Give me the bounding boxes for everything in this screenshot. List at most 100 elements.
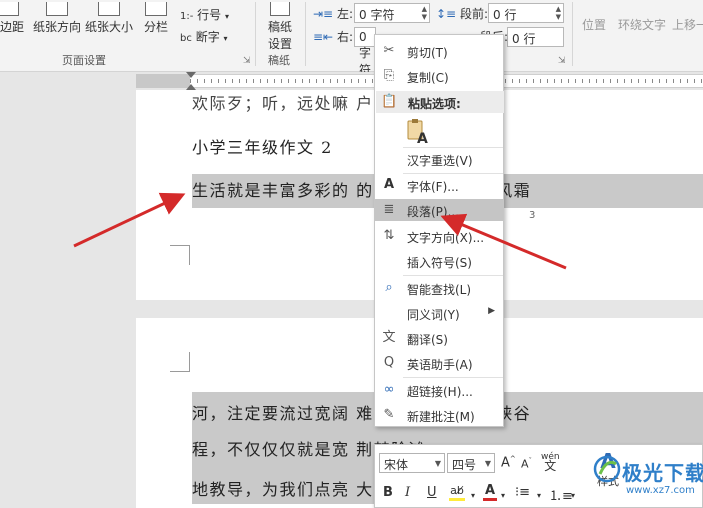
indent-right-field[interactable]: 0 字符 bbox=[354, 27, 376, 77]
crop-mark bbox=[170, 245, 190, 265]
highlight-button[interactable]: ab̸ bbox=[449, 483, 465, 501]
line-numbers-icon: 1:- bbox=[180, 11, 194, 22]
menu-item-label: 英语助手(A) bbox=[407, 358, 473, 372]
menu-item-font[interactable]: A 字体(F)... bbox=[375, 174, 503, 196]
translate-icon: 文 bbox=[382, 330, 396, 345]
smart-lookup-icon: ⌕ bbox=[385, 280, 393, 295]
hyperlink-icon: ∞ bbox=[383, 382, 395, 397]
font-icon: A bbox=[383, 177, 395, 192]
indent-right-label-row: ≡⇤ 右: bbox=[313, 28, 353, 45]
ribbon: 页边距 纸张方向 纸张大小 分栏 1:- 行号 ▾ bc 断字 ▾ 页面设置 ⇲… bbox=[0, 0, 703, 77]
columns-button[interactable]: 分栏 bbox=[140, 2, 172, 35]
draft-settings-button[interactable]: 稿纸 设置 bbox=[262, 2, 298, 52]
hyphenation-label: 断字 bbox=[195, 30, 220, 44]
menu-item-paragraph[interactable]: ≣ 段落(P)... bbox=[375, 199, 503, 221]
chevron-down-icon[interactable]: ▾ bbox=[501, 491, 505, 500]
phonetic-guide-icon[interactable]: wén 文 bbox=[541, 453, 560, 473]
indent-left-value: 0 字符 bbox=[359, 8, 395, 22]
orientation-icon bbox=[46, 2, 68, 16]
bring-forward-label: 上移一 bbox=[672, 18, 703, 32]
line-numbers-button[interactable]: 1:- 行号 ▾ bbox=[180, 6, 229, 23]
font-color-swatch bbox=[483, 498, 497, 501]
page-number: 3 bbox=[529, 210, 536, 221]
orientation-label: 纸张方向 bbox=[32, 20, 81, 34]
shrink-font-button[interactable]: Aˇ bbox=[521, 457, 532, 471]
menu-item-copy[interactable]: ⎘ 复制(C) bbox=[375, 65, 503, 87]
spacing-before-field[interactable]: 0 行 ▲ ▼ bbox=[488, 3, 564, 23]
menu-item-label: 插入符号(S) bbox=[407, 256, 472, 270]
font-size-dropdown[interactable]: 四号 ▼ bbox=[447, 453, 495, 473]
size-button[interactable]: 纸张大小 bbox=[84, 2, 134, 35]
highlighter-icon: ab̸ bbox=[450, 484, 464, 497]
paragraph-launcher-icon[interactable]: ⇲ bbox=[558, 56, 566, 66]
chevron-down-icon[interactable]: ▾ bbox=[471, 491, 475, 500]
menu-item-reconvert[interactable]: 汉字重选(V) bbox=[375, 148, 503, 170]
page-setup-launcher-icon[interactable]: ⇲ bbox=[243, 56, 251, 66]
numbered-list-icon: ⒈≡ bbox=[549, 489, 573, 504]
menu-item-new-comment[interactable]: ✎ 新建批注(M) bbox=[375, 404, 503, 426]
chevron-down-icon[interactable]: ▾ bbox=[537, 491, 541, 500]
group-divider bbox=[572, 2, 573, 66]
paragraph-icon: ≣ bbox=[383, 202, 395, 217]
paste-icon: 📋 bbox=[381, 94, 398, 109]
bold-button[interactable]: B bbox=[383, 485, 393, 500]
paper-size-icon bbox=[98, 2, 120, 16]
menu-item-cut[interactable]: ✂ 剪切(T) bbox=[375, 40, 503, 62]
spinner-arrows-icon[interactable]: ▲ ▼ bbox=[422, 5, 427, 21]
menu-item-label: 翻译(S) bbox=[407, 333, 448, 347]
chevron-down-icon: ▼ bbox=[484, 459, 491, 468]
font-name-dropdown[interactable]: 宋体 ▼ bbox=[379, 453, 445, 473]
menu-item-label: 超链接(H)... bbox=[407, 385, 473, 399]
numbering-button[interactable]: ⒈≡ bbox=[549, 485, 573, 504]
hyphenation-button[interactable]: bc 断字 ▾ bbox=[180, 28, 228, 45]
menu-item-english-assistant[interactable]: Q 英语助手(A) bbox=[375, 352, 503, 374]
chevron-down-icon: ▾ bbox=[223, 34, 228, 43]
spacing-after-value: 0 行 bbox=[512, 32, 536, 46]
watermark: 极光下载站 www.xz7.com bbox=[592, 452, 703, 508]
grow-font-button[interactable]: A^ bbox=[501, 455, 516, 470]
indent-left-field[interactable]: 0 字符 ▲ ▼ bbox=[354, 3, 430, 23]
menu-item-synonyms[interactable]: 同义词(Y) ▶ bbox=[375, 302, 503, 324]
menu-item-insert-symbol[interactable]: 插入符号(S) bbox=[375, 250, 503, 272]
watermark-title: 极光下载站 bbox=[622, 461, 703, 485]
draft-label-line1: 稿纸 bbox=[267, 20, 292, 34]
menu-item-label: 剪切(T) bbox=[407, 46, 448, 60]
group-divider bbox=[305, 2, 306, 66]
crop-mark bbox=[170, 352, 190, 372]
menu-item-label: 复制(C) bbox=[407, 71, 449, 85]
menu-item-translate[interactable]: 文 翻译(S) bbox=[375, 327, 503, 349]
underline-button[interactable]: U bbox=[427, 485, 437, 500]
indent-right-value: 0 字符 bbox=[359, 30, 372, 77]
orientation-button[interactable]: 纸张方向 bbox=[32, 2, 82, 35]
spacing-before-value: 0 行 bbox=[493, 8, 517, 22]
indent-left-icon: ⇥≡ bbox=[313, 7, 334, 21]
font-name-value: 宋体 bbox=[384, 458, 409, 472]
draft-paper-icon bbox=[270, 2, 290, 16]
position-button[interactable]: 位置 bbox=[580, 16, 608, 33]
hyphenation-icon: bc bbox=[180, 33, 192, 44]
italic-button[interactable]: I bbox=[405, 485, 410, 500]
menu-item-text-direction[interactable]: ⇅ 文字方向(X)... bbox=[375, 225, 503, 247]
menu-item-smart-lookup[interactable]: ⌕ 智能查找(L) bbox=[375, 277, 503, 299]
bring-forward-button[interactable]: 上移一 bbox=[672, 16, 703, 33]
bullets-button[interactable]: ⁝≡ bbox=[515, 485, 530, 500]
indent-left-label-row: ⇥≡ 左: bbox=[313, 5, 353, 22]
page-setup-group-label: 页面设置 bbox=[62, 54, 106, 67]
paste-keep-text-only-button[interactable]: A bbox=[405, 117, 431, 147]
font-color-button[interactable]: A bbox=[483, 483, 497, 501]
copy-icon: ⎘ bbox=[383, 68, 395, 83]
horizontal-ruler[interactable] bbox=[0, 72, 703, 90]
watermark-logo-icon bbox=[593, 455, 621, 483]
paste-text-only-icon: A bbox=[407, 119, 428, 147]
menu-item-hyperlink[interactable]: ∞ 超链接(H)... bbox=[375, 379, 503, 401]
wrap-text-button[interactable]: 环绕文字 bbox=[616, 16, 668, 33]
chevron-down-icon[interactable]: ▾ bbox=[571, 491, 575, 500]
context-menu: ✂ 剪切(T) ⎘ 复制(C) 📋 粘贴选项: A 汉字重选(V) A 字体(F… bbox=[374, 34, 504, 427]
chevron-down-icon: ▼ bbox=[434, 459, 441, 468]
first-line-indent-marker[interactable] bbox=[186, 72, 196, 78]
spacing-after-field[interactable]: 0 行 bbox=[507, 27, 564, 47]
wrap-text-label: 环绕文字 bbox=[617, 18, 666, 32]
spinner-arrows-icon[interactable]: ▲ ▼ bbox=[556, 5, 561, 21]
margins-button[interactable]: 页边距 bbox=[0, 2, 28, 35]
menu-item-label: 同义词(Y) bbox=[407, 308, 460, 322]
